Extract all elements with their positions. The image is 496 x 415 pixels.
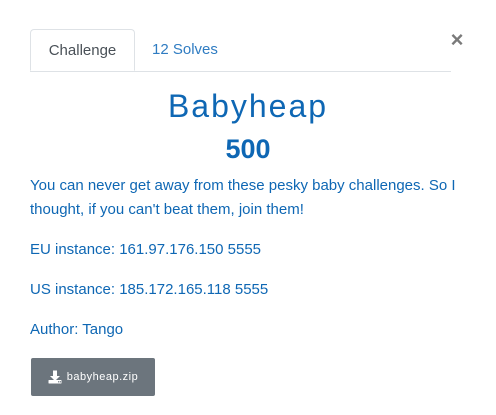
tab-challenge[interactable]: Challenge: [30, 29, 135, 71]
download-file-button[interactable]: babyheap.zip: [31, 358, 155, 396]
challenge-tabs: Challenge 12 Solves: [30, 29, 451, 72]
challenge-points: 500: [225, 134, 271, 164]
author-text: Author: Tango: [30, 321, 124, 338]
download-icon: [48, 370, 62, 384]
eu-instance-text: EU instance: 161.97.176.150 5555: [30, 241, 262, 258]
challenge-modal: × Challenge 12 Solves Babyheap 500 You c…: [0, 0, 496, 415]
download-file-label: babyheap.zip: [66, 371, 139, 383]
challenge-description: You can never get away from these pesky …: [30, 177, 456, 218]
tab-solves[interactable]: 12 Solves: [136, 29, 234, 70]
challenge-title: Babyheap: [167, 88, 329, 124]
us-instance-text: US instance: 185.172.165.118 5555: [30, 281, 269, 298]
